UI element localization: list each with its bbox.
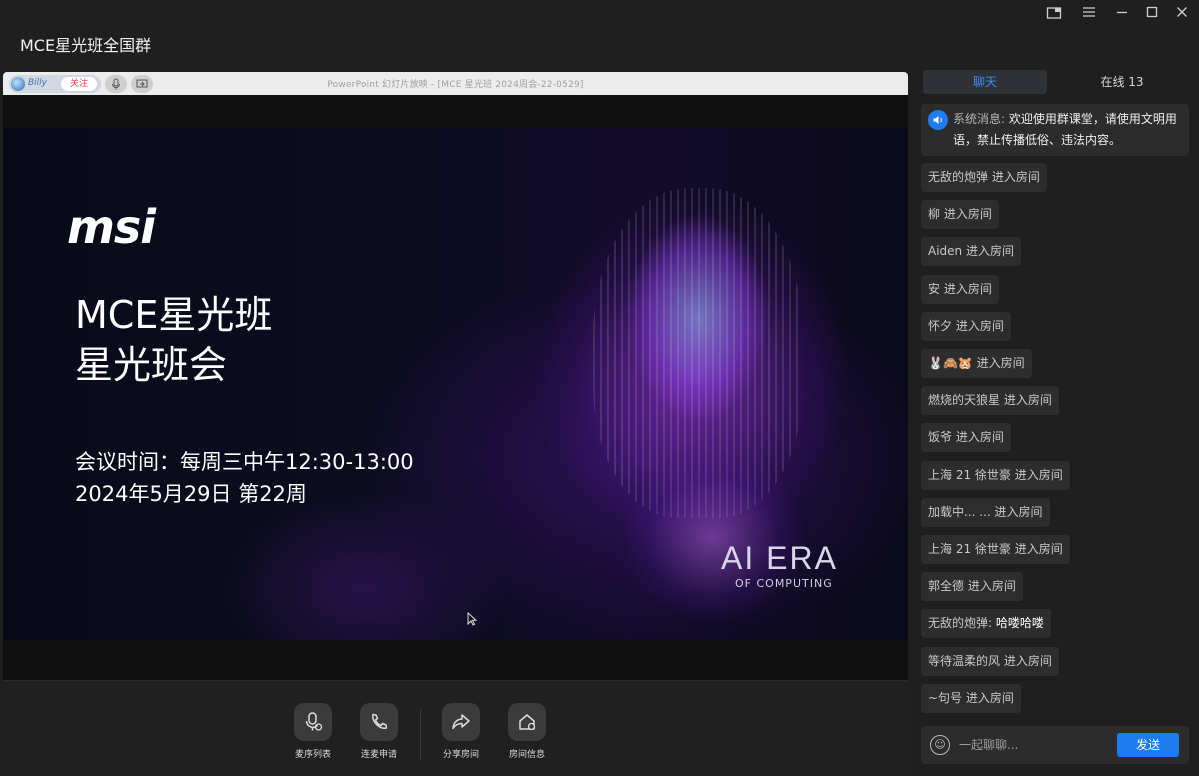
chat-input-bar: ☺ 发送 (921, 726, 1189, 764)
call-request-button[interactable]: 连麦申请 (349, 703, 409, 760)
share-room-button[interactable]: 分享房间 (431, 703, 491, 760)
chat-message-user[interactable]: 上海 21 徐世豪 (928, 542, 1011, 556)
chat-message-text: 进入房间 (1014, 542, 1063, 556)
chat-panel: 聊天 在线 13 系统消息: 欢迎使用群课堂，请使用文明用语，禁止传播低俗、违法… (913, 66, 1199, 776)
tab-online[interactable]: 在线 13 (1069, 70, 1175, 94)
chat-message-user[interactable]: 郭全德 (928, 579, 964, 593)
chat-message: 上海 21 徐世豪 进入房间 (921, 535, 1070, 564)
emoji-icon[interactable]: ☺ (930, 735, 950, 755)
chat-message: 柳 进入房间 (921, 200, 999, 229)
chat-message-text: 进入房间 (1014, 468, 1063, 482)
minimize-icon[interactable] (1113, 6, 1131, 22)
chat-message-text: 进入房间 (1003, 654, 1052, 668)
control-bar: 麦序列表 连麦申请 分享房间 房间信息 (3, 680, 908, 776)
room-info-icon (508, 703, 546, 741)
chat-message-user[interactable]: 等待温柔的风 (928, 654, 1000, 668)
chat-message-text: 进入房间 (955, 430, 1004, 444)
chat-message: 加载中... ... 进入房间 (921, 498, 1050, 527)
close-icon[interactable] (1173, 6, 1191, 22)
chat-message: 上海 21 徐世豪 进入房间 (921, 461, 1070, 490)
chat-message-user[interactable]: Aiden (928, 244, 962, 258)
chat-message-user[interactable]: 柳 (928, 207, 940, 221)
chat-message-text: 进入房间 (965, 691, 1014, 705)
presenter-bar: Billy 关注 PowerPoint 幻灯片放映 - [MCE 星光班 202… (3, 72, 908, 95)
chat-message-user[interactable]: ~句号 (928, 691, 962, 705)
ai-era-subtitle: OF COMPUTING (735, 577, 833, 590)
chat-input[interactable] (959, 734, 1109, 756)
chat-message: 🐰🙈🐹 进入房间 (921, 349, 1032, 378)
title-bar: MCE星光班全国群 (0, 0, 1199, 66)
slide-meeting-time: 会议时间：每周三中午12:30-13:00 2024年5月29日 第22周 (75, 446, 414, 510)
chat-message-user[interactable]: 安 (928, 282, 940, 296)
chat-message-user[interactable]: 🐰🙈🐹 (928, 356, 973, 370)
system-message-label: 系统消息: (953, 112, 1006, 126)
chat-message-text: 进入房间 (967, 579, 1016, 593)
chat-message: 安 进入房间 (921, 275, 999, 304)
chat-tabs: 聊天 在线 13 (923, 70, 1175, 94)
share-icon (442, 703, 480, 741)
chat-message: 无敌的炮弹: 哈喽哈喽 (921, 609, 1051, 638)
video-stage: Billy 关注 PowerPoint 幻灯片放映 - [MCE 星光班 202… (3, 72, 908, 776)
chat-message-text: 进入房间 (955, 319, 1004, 333)
mouse-cursor-icon (467, 611, 478, 630)
slide-title-line1: MCE星光班 (75, 293, 273, 337)
presentation-window-title: PowerPoint 幻灯片放映 - [MCE 星光班 2024周会-22-05… (327, 80, 584, 90)
tab-chat[interactable]: 聊天 (923, 70, 1047, 94)
chat-message-user[interactable]: 燃烧的天狼星 (928, 393, 1000, 407)
chat-message-user[interactable]: 怀夕 (928, 319, 952, 333)
chat-message: 无敌的炮弹 进入房间 (921, 163, 1047, 192)
maximize-icon[interactable] (1143, 6, 1161, 22)
slide-title: MCE星光班 星光班会 (75, 290, 272, 390)
chat-message-user[interactable]: 饭爷 (928, 430, 952, 444)
call-request-label: 连麦申请 (360, 750, 397, 760)
speaker-icon (928, 110, 948, 130)
screen-mode-icon[interactable] (1045, 6, 1063, 22)
presentation-slide: msi MCE星光班 星光班会 会议时间：每周三中午12:30-13:00 20… (3, 128, 908, 640)
chat-message-user[interactable]: 无敌的炮弹: (928, 616, 992, 630)
chat-message: 燃烧的天狼星 进入房间 (921, 386, 1059, 415)
control-divider (420, 709, 421, 761)
chat-message-user[interactable]: 上海 21 徐世豪 (928, 468, 1011, 482)
ai-era-logo: AI ERA (721, 540, 838, 576)
chat-message-user[interactable]: 无敌的炮弹 (928, 170, 988, 184)
chat-message-text: 进入房间 (943, 282, 992, 296)
chat-message: ~句号 进入房间 (921, 684, 1021, 713)
room-info-label: 房间信息 (508, 750, 545, 760)
chat-message-text: 进入房间 (976, 356, 1025, 370)
chat-message-text: 哈喽哈喽 (995, 616, 1044, 630)
chat-message-text: 进入房间 (943, 207, 992, 221)
chat-message-text: 进入房间 (965, 244, 1014, 258)
msi-logo: msi (67, 200, 156, 254)
chat-message: 等待温柔的风 进入房间 (921, 647, 1059, 676)
slide-time-line2: 2024年5月29日 第22周 (75, 482, 307, 506)
chat-message: Aiden 进入房间 (921, 237, 1021, 266)
send-button[interactable]: 发送 (1117, 733, 1179, 757)
chat-message: 郭全德 进入房间 (921, 572, 1023, 601)
menu-icon[interactable] (1080, 6, 1098, 22)
system-message: 系统消息: 欢迎使用群课堂，请使用文明用语，禁止传播低俗、违法内容。 (921, 104, 1189, 156)
slide-title-line2: 星光班会 (75, 343, 228, 387)
window-title: MCE星光班全国群 (20, 36, 152, 55)
room-info-button[interactable]: 房间信息 (497, 703, 557, 760)
chat-message-text: 进入房间 (991, 170, 1040, 184)
mic-list-icon (294, 703, 332, 741)
share-room-label: 分享房间 (442, 750, 479, 760)
chat-message-user[interactable]: 加载中... ... (928, 505, 991, 519)
mic-list-label: 麦序列表 (294, 750, 331, 760)
chat-message: 怀夕 进入房间 (921, 312, 1011, 341)
mic-list-button[interactable]: 麦序列表 (283, 703, 343, 760)
chat-message-text: 进入房间 (1003, 393, 1052, 407)
chat-message: 饭爷 进入房间 (921, 423, 1011, 452)
phone-icon (360, 703, 398, 741)
slide-time-line1: 会议时间：每周三中午12:30-13:00 (75, 450, 414, 474)
chat-message-text: 进入房间 (994, 505, 1043, 519)
